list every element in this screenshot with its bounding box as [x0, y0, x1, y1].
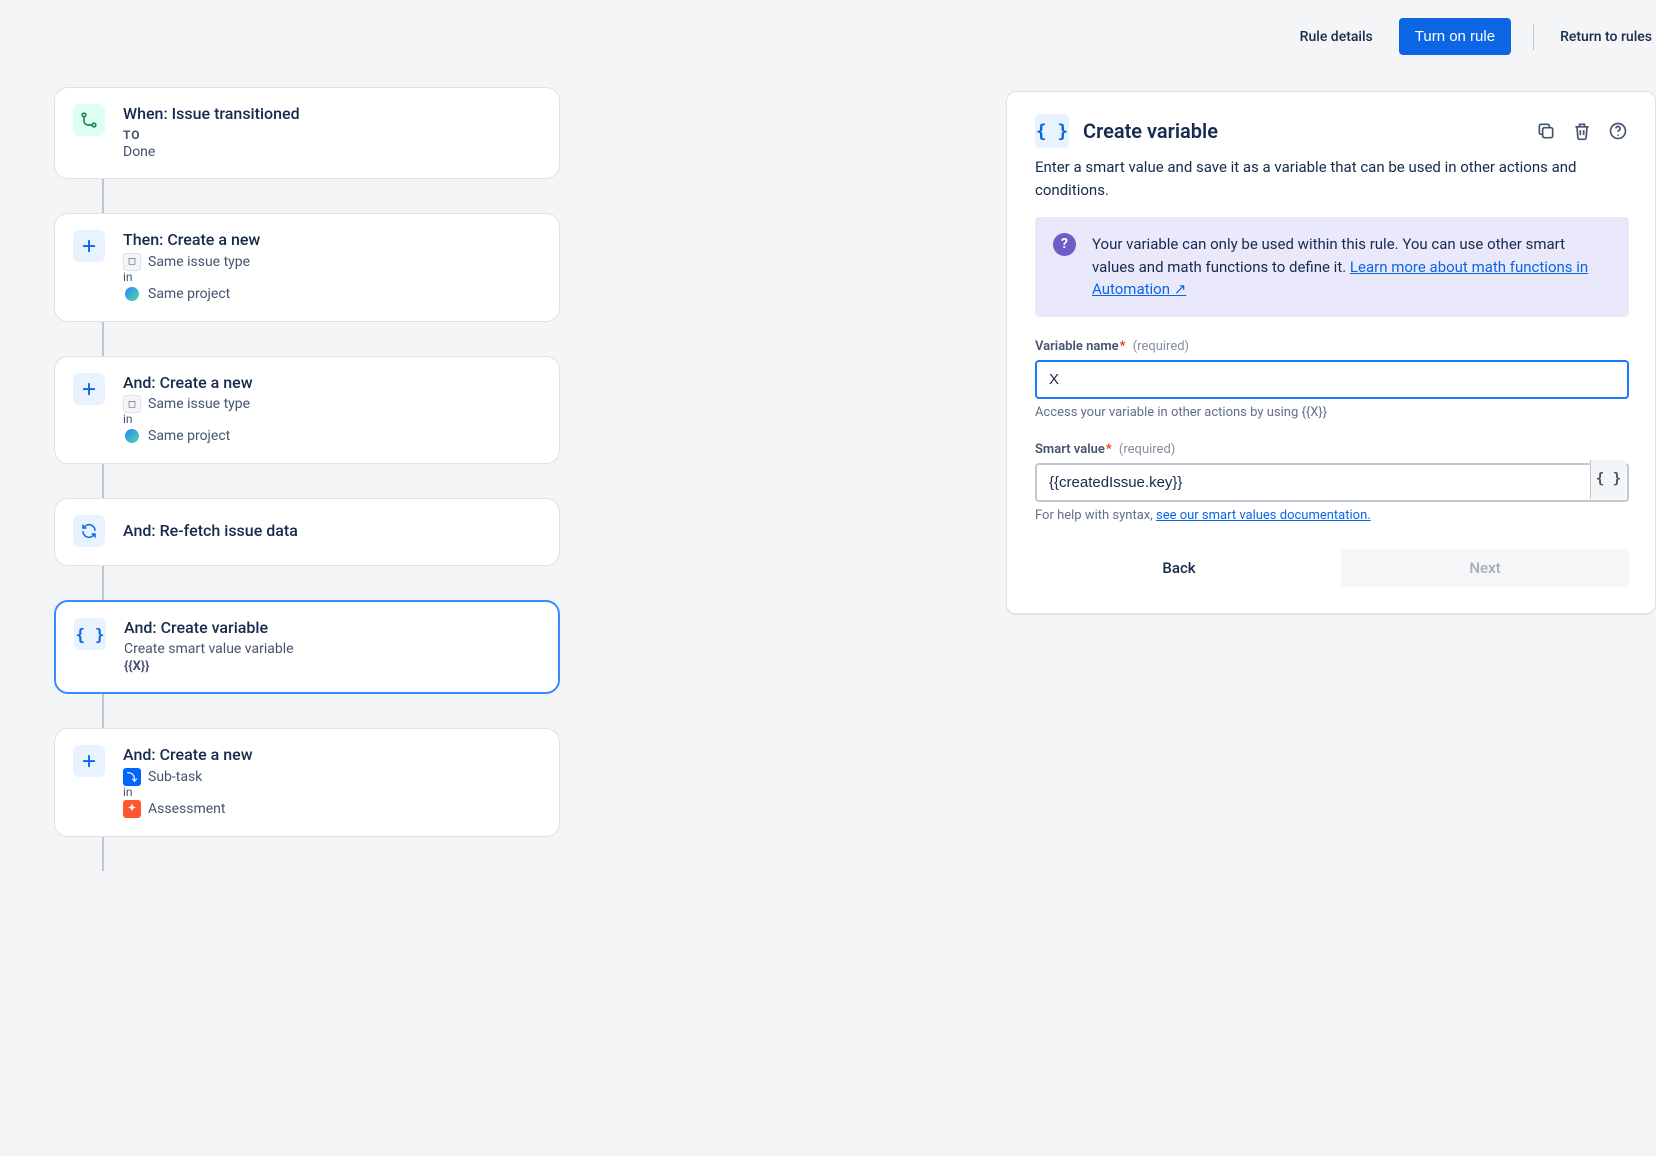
- step1-tag: Same issue type: [148, 254, 250, 270]
- smart-value-input[interactable]: [1035, 463, 1629, 502]
- action-card-create-3[interactable]: And: Create a new ⤵ Sub-task in ✦ Assess…: [54, 728, 560, 837]
- plus-icon: [73, 230, 105, 262]
- braces-icon: { }: [1035, 114, 1069, 148]
- rule-flow: When: Issue transitioned TO Done Then: C…: [0, 63, 560, 911]
- step5-project: Assessment: [148, 801, 225, 817]
- connector: [102, 322, 104, 356]
- panel-description: Enter a smart value and save it as a var…: [1035, 156, 1629, 201]
- step1-project: Same project: [148, 286, 230, 302]
- action-card-create-1[interactable]: Then: Create a new ◻ Same issue type in …: [54, 213, 560, 322]
- step2-in: in: [123, 413, 539, 425]
- info-icon: ?: [1053, 233, 1076, 256]
- action-card-refetch[interactable]: And: Re-fetch issue data: [54, 498, 560, 566]
- trigger-title: When: Issue transitioned: [123, 104, 539, 125]
- step2-title: And: Create a new: [123, 373, 539, 394]
- smart-values-doc-link[interactable]: see our smart values documentation.: [1156, 508, 1371, 523]
- panel-title: Create variable: [1083, 119, 1218, 143]
- plus-icon: [73, 745, 105, 777]
- refresh-icon: [73, 515, 105, 547]
- step5-in: in: [123, 786, 539, 798]
- variable-name-input[interactable]: [1035, 360, 1629, 399]
- step5-tag: Sub-task: [148, 769, 202, 785]
- step3-title: And: Re-fetch issue data: [123, 521, 539, 542]
- next-button[interactable]: Next: [1341, 549, 1629, 587]
- subtask-icon: ⤵: [123, 768, 141, 786]
- copy-icon[interactable]: [1535, 120, 1557, 142]
- action-card-create-2[interactable]: And: Create a new ◻ Same issue type in S…: [54, 356, 560, 465]
- plus-icon: [73, 373, 105, 405]
- step2-tag: Same issue type: [148, 396, 250, 412]
- project-icon: ✦: [123, 800, 141, 818]
- back-button[interactable]: Back: [1035, 549, 1323, 587]
- issuetype-icon: ◻: [123, 395, 141, 413]
- connector: [102, 694, 104, 728]
- braces-icon: { }: [74, 618, 106, 650]
- connector: [102, 179, 104, 213]
- step5-title: And: Create a new: [123, 745, 539, 766]
- return-to-rules-link[interactable]: Return to rules: [1556, 21, 1656, 53]
- connector: [102, 837, 104, 871]
- rule-details-link[interactable]: Rule details: [1296, 21, 1377, 53]
- step4-var: {{X}}: [124, 659, 538, 674]
- trigger-sub: Done: [123, 144, 539, 160]
- trigger-meta: TO: [123, 128, 539, 142]
- info-banner: ? Your variable can only be used within …: [1035, 217, 1629, 317]
- smart-value-help: For help with syntax, see our smart valu…: [1035, 508, 1629, 523]
- connector: [102, 464, 104, 498]
- smart-value-picker-icon[interactable]: { }: [1590, 460, 1626, 499]
- project-avatar-icon: [123, 285, 141, 303]
- help-icon[interactable]: [1607, 120, 1629, 142]
- variable-config-panel: { } Create variable Enter a smart value …: [1006, 91, 1656, 614]
- turn-on-rule-button[interactable]: Turn on rule: [1399, 18, 1511, 55]
- separator: [1533, 24, 1534, 50]
- variable-name-label: Variable name* (required): [1035, 339, 1629, 354]
- issuetype-icon: ◻: [123, 253, 141, 271]
- smart-value-label: Smart value* (required): [1035, 442, 1629, 457]
- action-card-variable[interactable]: { } And: Create variable Create smart va…: [54, 600, 560, 694]
- branch-icon: [73, 104, 105, 136]
- step1-in: in: [123, 271, 539, 283]
- step2-project: Same project: [148, 428, 230, 444]
- connector: [102, 566, 104, 600]
- delete-icon[interactable]: [1571, 120, 1593, 142]
- step4-title: And: Create variable: [124, 618, 538, 639]
- step1-title: Then: Create a new: [123, 230, 539, 251]
- step4-sub: Create smart value variable: [124, 641, 538, 657]
- project-avatar-icon: [123, 427, 141, 445]
- trigger-card[interactable]: When: Issue transitioned TO Done: [54, 87, 560, 179]
- variable-name-help: Access your variable in other actions by…: [1035, 405, 1629, 420]
